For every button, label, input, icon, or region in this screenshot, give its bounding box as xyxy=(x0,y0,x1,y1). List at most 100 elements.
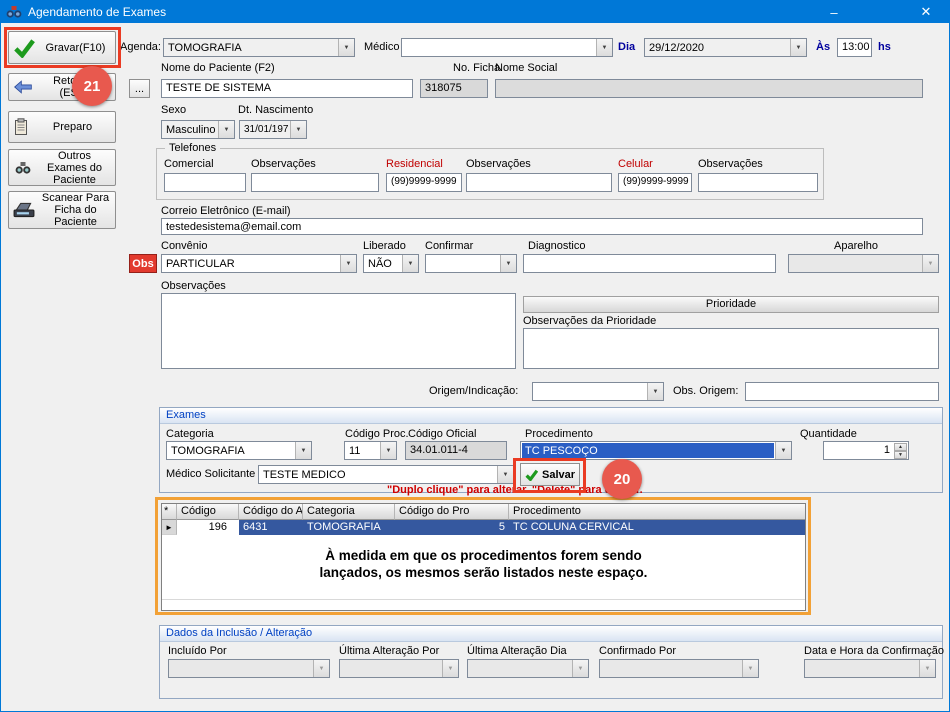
procedimento-value: TC PESCOÇO xyxy=(522,443,774,458)
grid-note-line1: À medida em que os procedimentos forem s… xyxy=(161,547,806,564)
grid-note: À medida em que os procedimentos forem s… xyxy=(161,547,806,581)
medico-solicitante-value: TESTE MEDICO xyxy=(260,467,496,482)
confirmado-por-label: Confirmado Por xyxy=(599,645,676,658)
chevron-down-icon[interactable]: ▼ xyxy=(647,383,663,400)
grid-col-codigo-proc[interactable]: Código do Pro xyxy=(395,504,509,520)
grid-col-codigo[interactable]: Código xyxy=(177,504,239,520)
celular-input[interactable]: (99)9999-9999 xyxy=(618,173,692,192)
salvar-button[interactable]: Salvar xyxy=(520,463,580,486)
hora-input[interactable]: 13:00 xyxy=(837,38,872,57)
nome-social-field xyxy=(495,79,923,98)
origem-select[interactable]: ▼ xyxy=(532,382,664,401)
aparelho-label: Aparelho xyxy=(834,240,878,253)
origem-label: Origem/Indicação: xyxy=(429,385,518,398)
diagnostico-label: Diagnostico xyxy=(528,240,585,253)
obs-button[interactable]: Obs xyxy=(129,254,157,273)
diagnostico-input[interactable] xyxy=(523,254,776,273)
gravar-button[interactable]: Gravar(F10) xyxy=(8,31,116,64)
agenda-select[interactable]: TOMOGRAFIA ▼ xyxy=(163,38,355,57)
sexo-select[interactable]: Masculino ▼ xyxy=(161,120,235,139)
chevron-down-icon: ▼ xyxy=(572,660,588,677)
chevron-down-icon[interactable]: ▼ xyxy=(596,39,612,56)
incluido-por-label: Incluído Por xyxy=(168,645,227,658)
chevron-down-icon: ▼ xyxy=(919,660,935,677)
obs-origem-input[interactable] xyxy=(745,382,939,401)
email-label: Correio Eletrônico (E-mail) xyxy=(161,205,291,218)
codigo-proc-select[interactable]: 11 ▼ xyxy=(344,441,397,460)
quantidade-label: Quantidade xyxy=(800,428,857,441)
quantidade-spin[interactable]: ▲ ▼ xyxy=(894,443,907,458)
cell-procedimento: TC COLUNA CERVICAL xyxy=(509,520,805,535)
confirmar-select[interactable]: ▼ xyxy=(425,254,517,273)
liberado-label: Liberado xyxy=(363,240,406,253)
codigo-oficial-label: Código Oficial xyxy=(408,428,476,441)
obs-residencial-input[interactable] xyxy=(466,173,612,192)
incluido-por-value xyxy=(170,661,312,676)
nome-paciente-label: Nome do Paciente (F2) xyxy=(161,62,275,75)
obs-celular-input[interactable] xyxy=(698,173,818,192)
residencial-input[interactable]: (99)9999-9999 xyxy=(386,173,462,192)
codigo-proc-label: Código Proc. xyxy=(345,428,409,441)
observacoes-textarea[interactable] xyxy=(161,293,516,369)
chevron-down-icon: ▼ xyxy=(742,660,758,677)
ultima-alteracao-por-label: Última Alteração Por xyxy=(339,645,439,658)
close-button[interactable]: ✕ xyxy=(903,1,949,23)
nome-social-label: Nome Social xyxy=(495,62,557,75)
grid-col-codigo-agendamento[interactable]: Código do A xyxy=(239,504,303,520)
outros-exames-button[interactable]: Outros Exames do Paciente xyxy=(8,149,116,186)
chevron-down-icon[interactable]: ▼ xyxy=(775,442,791,459)
chevron-down-icon[interactable]: ▼ xyxy=(380,442,396,459)
medico-solicitante-select[interactable]: TESTE MEDICO ▼ xyxy=(258,465,514,484)
quantidade-stepper[interactable]: 1 ▲ ▼ xyxy=(823,441,909,460)
categoria-select[interactable]: TOMOGRAFIA ▼ xyxy=(166,441,312,460)
browse-patient-button[interactable]: ... xyxy=(129,79,150,98)
confirmar-label: Confirmar xyxy=(425,240,473,253)
chevron-down-icon[interactable]: ▼ xyxy=(402,255,418,272)
spin-down-icon[interactable]: ▼ xyxy=(894,451,907,459)
chevron-down-icon[interactable]: ▼ xyxy=(340,255,356,272)
selected-row-indicator-icon: ► xyxy=(162,520,177,535)
procedimento-select[interactable]: TC PESCOÇO ▼ xyxy=(520,441,792,460)
liberado-select[interactable]: NÃO ▼ xyxy=(363,254,419,273)
chevron-down-icon[interactable]: ▼ xyxy=(218,121,234,138)
email-input[interactable]: testedesistema@email.com xyxy=(161,218,923,235)
hs-label: hs xyxy=(878,41,891,54)
ultima-alteracao-por-select: ▼ xyxy=(339,659,459,678)
categoria-value: TOMOGRAFIA xyxy=(168,443,294,458)
grid-col-procedimento[interactable]: Procedimento xyxy=(509,504,805,520)
ficha-label: No. Ficha xyxy=(453,62,500,75)
salvar-label: Salvar xyxy=(542,469,575,481)
minimize-button[interactable]: – xyxy=(811,1,857,23)
incluido-por-select: ▼ xyxy=(168,659,330,678)
grid-note-line2: lançados, os mesmos serão listados neste… xyxy=(161,564,806,581)
categoria-label: Categoria xyxy=(166,428,214,441)
chevron-down-icon[interactable]: ▼ xyxy=(338,39,354,56)
chevron-down-icon[interactable]: ▼ xyxy=(790,39,806,56)
convenio-select[interactable]: PARTICULAR ▼ xyxy=(161,254,357,273)
comercial-input[interactable] xyxy=(164,173,246,192)
table-row[interactable]: ► 196 6431 TOMOGRAFIA 5 TC COLUNA CERVIC… xyxy=(162,520,805,535)
preparo-button[interactable]: Preparo xyxy=(8,111,116,143)
nascimento-select[interactable]: 31/01/1972 ▼ xyxy=(239,120,307,139)
observacoes-label: Observações xyxy=(698,158,763,171)
data-hora-confirmacao-value xyxy=(806,661,918,676)
check-icon xyxy=(13,38,35,58)
nome-paciente-input[interactable]: TESTE DE SISTEMA xyxy=(161,79,413,98)
chevron-down-icon[interactable]: ▼ xyxy=(295,442,311,459)
observacoes-label: Observações xyxy=(466,158,531,171)
prioridade-obs-textarea[interactable] xyxy=(523,328,939,369)
spin-up-icon[interactable]: ▲ xyxy=(894,443,907,451)
obs-comercial-input[interactable] xyxy=(251,173,379,192)
chevron-down-icon[interactable]: ▼ xyxy=(290,121,306,138)
scanear-button[interactable]: Scanear Para Ficha do Paciente xyxy=(8,191,116,229)
confirmado-por-value xyxy=(601,661,741,676)
grid-col-categoria[interactable]: Categoria xyxy=(303,504,395,520)
binoculars-icon xyxy=(13,160,33,176)
medico-select[interactable]: ▼ xyxy=(401,38,613,57)
chevron-down-icon[interactable]: ▼ xyxy=(497,466,513,483)
dia-label: Dia xyxy=(618,41,635,54)
cell-codigo-proc: 5 xyxy=(395,520,509,535)
sexo-value: Masculino xyxy=(163,122,217,137)
chevron-down-icon[interactable]: ▼ xyxy=(500,255,516,272)
dia-select[interactable]: 29/12/2020 ▼ xyxy=(644,38,807,57)
